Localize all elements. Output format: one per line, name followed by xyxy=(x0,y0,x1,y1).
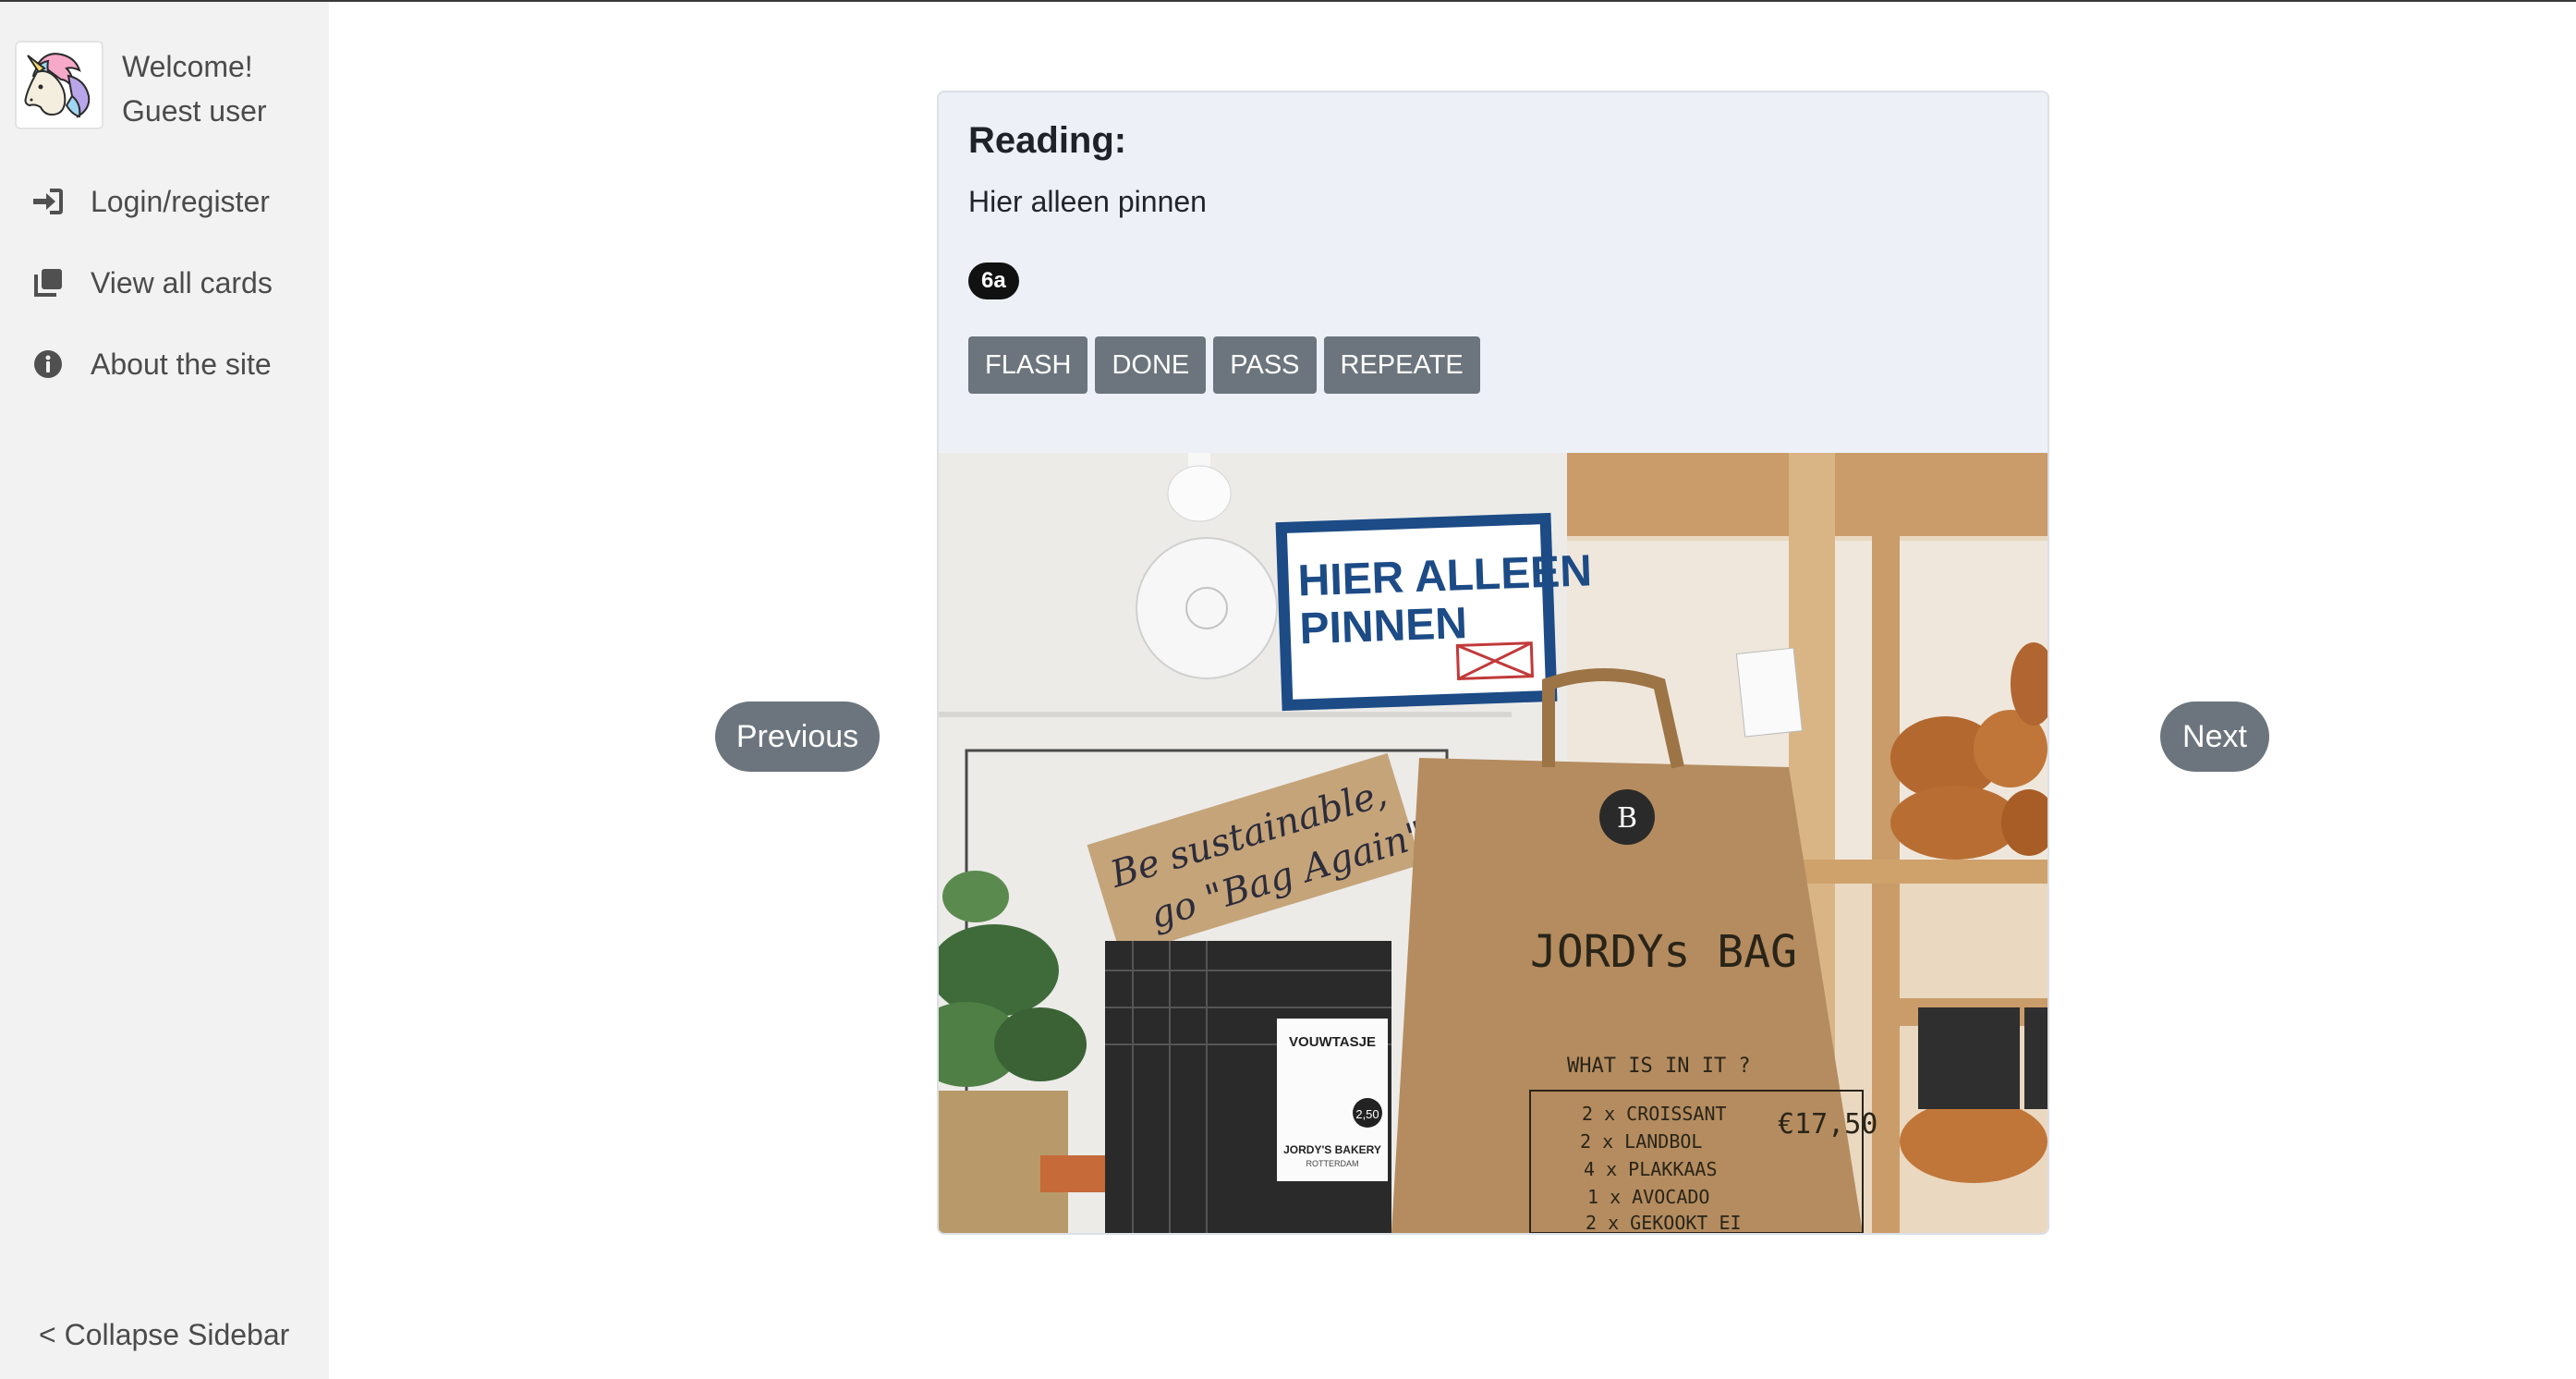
bag-item-2: 2 x LANDBOL xyxy=(1580,1130,1702,1153)
welcome-greeting: Welcome! xyxy=(122,50,253,83)
sidebar: Welcome! Guest user Login/register View … xyxy=(0,2,329,1379)
collapse-sidebar-button[interactable]: < Collapse Sidebar xyxy=(39,1318,289,1352)
cards-icon xyxy=(30,264,67,301)
tag-title: VOUWTASJE xyxy=(1289,1034,1376,1050)
card-reading-text: Hier alleen pinnen xyxy=(968,185,1207,218)
svg-text:B: B xyxy=(1617,802,1637,835)
level-badge: 6a xyxy=(968,262,1019,299)
login-icon xyxy=(30,183,67,220)
bag-item-5: 2 x GEKOOKT EI xyxy=(1586,1212,1742,1233)
bag-item-3: 4 x PLAKKAAS xyxy=(1584,1158,1718,1180)
bag-item-4: 1 x AVOCADO xyxy=(1587,1186,1709,1208)
bag-title: JORDYs BAG xyxy=(1530,926,1797,978)
bag-item-1: 2 x CROISSANT xyxy=(1582,1103,1727,1125)
flashcard: Reading: Hier alleen pinnen 6a FLASH DON… xyxy=(937,91,2049,1235)
user-profile: Welcome! Guest user xyxy=(15,41,320,133)
done-button[interactable]: DONE xyxy=(1095,336,1207,394)
info-icon xyxy=(30,346,67,383)
bag-subtitle: WHAT IS IN IT ? xyxy=(1567,1055,1751,1078)
next-button[interactable]: Next xyxy=(2160,702,2269,772)
card-header: Reading: Hier alleen pinnen 6a FLASH DON… xyxy=(939,92,2047,453)
card-action-buttons: FLASH DONE PASS REPEATE xyxy=(968,336,1480,394)
flash-button[interactable]: FLASH xyxy=(968,336,1088,394)
tag-price: 2,50 xyxy=(1355,1107,1379,1121)
sidebar-item-label: About the site xyxy=(91,347,272,381)
sign-text-line1: HIER ALLEEN xyxy=(1297,546,1593,605)
sidebar-item-label: Login/register xyxy=(91,184,270,218)
welcome-username: Guest user xyxy=(122,94,267,128)
card-title: Reading: xyxy=(968,120,1127,161)
bag-price: €17,50 xyxy=(1778,1108,1877,1141)
tag-city: ROTTERDAM xyxy=(1306,1159,1359,1168)
tag-brand: JORDY'S BAKERY xyxy=(1283,1143,1381,1156)
repeate-button[interactable]: REPEATE xyxy=(1323,336,1480,394)
top-border xyxy=(0,0,2576,2)
card-photo: HIER ALLEEN PINNEN Be sustainable, go "B… xyxy=(939,453,2047,1233)
unicorn-icon xyxy=(15,41,103,129)
sidebar-item-login[interactable]: Login/register xyxy=(30,176,316,227)
sign-text-line2: PINNEN xyxy=(1299,599,1468,653)
sidebar-item-view-all-cards[interactable]: View all cards xyxy=(30,257,316,309)
previous-button[interactable]: Previous xyxy=(715,702,880,772)
sidebar-item-about[interactable]: About the site xyxy=(30,338,316,390)
pass-button[interactable]: PASS xyxy=(1213,336,1317,394)
sidebar-item-label: View all cards xyxy=(91,265,273,299)
welcome-text: Welcome! Guest user xyxy=(122,44,267,133)
